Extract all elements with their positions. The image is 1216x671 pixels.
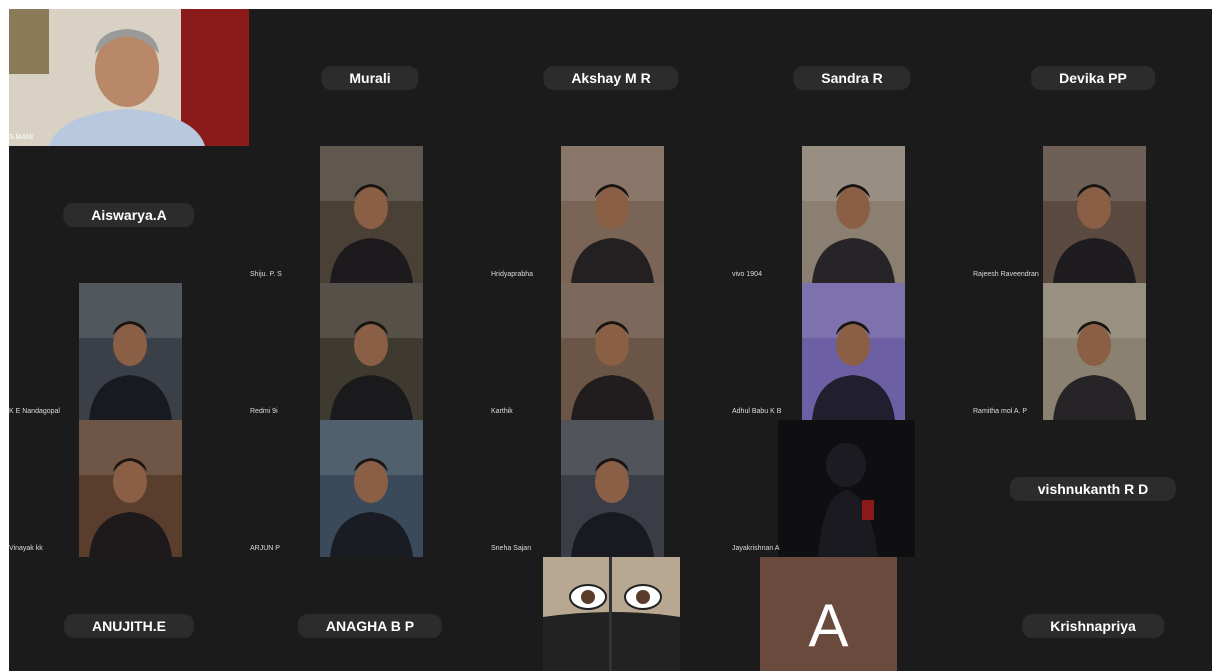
participant-name-tag: Redmi 9i xyxy=(250,408,278,415)
participant-tile[interactable]: S.MANI xyxy=(9,9,249,146)
participant-name-label: vishnukanth R D xyxy=(1009,476,1177,501)
participant-tile[interactable]: ARJUN P xyxy=(250,420,490,557)
avatar: A xyxy=(760,557,897,671)
participant-name-tag: Jayakrishnan A xyxy=(732,545,780,552)
participant-video xyxy=(561,146,664,283)
participant-video xyxy=(1043,283,1146,420)
participant-tile[interactable]: Sandra R xyxy=(732,9,972,146)
participant-video xyxy=(561,420,664,557)
participant-tile[interactable]: Jayakrishnan A xyxy=(732,420,972,557)
participant-video xyxy=(79,420,182,557)
participant-name-tag: ARJUN P xyxy=(250,545,280,552)
participant-tile[interactable]: Sneha Sajan xyxy=(491,420,731,557)
participant-tile[interactable]: Hridyaprabha xyxy=(491,146,731,283)
participant-name-tag: Hridyaprabha xyxy=(491,271,534,278)
participant-video xyxy=(320,420,423,557)
participant-tile[interactable]: Akshay M R xyxy=(491,9,731,146)
participant-tile[interactable]: A xyxy=(732,557,972,671)
participant-name-label: ANUJITH.E xyxy=(64,613,194,638)
participant-name-label: Akshay M R xyxy=(543,65,679,90)
participant-video xyxy=(1043,146,1146,283)
participant-name-label: Krishnapriya xyxy=(1022,613,1164,638)
participant-name-label: ANAGHA B P xyxy=(297,613,443,638)
participant-tile[interactable]: K E Nandagopal xyxy=(9,283,249,420)
participant-tile[interactable]: Devika PP xyxy=(973,9,1212,146)
participant-tile[interactable]: Vinayak kk xyxy=(9,420,249,557)
participant-video xyxy=(778,420,915,557)
participant-tile[interactable]: Krishnapriya xyxy=(973,557,1212,671)
participant-name-label: Devika PP xyxy=(1031,65,1155,90)
participant-video xyxy=(320,283,423,420)
participant-tile[interactable]: ANAGHA B P xyxy=(250,557,490,671)
participant-name-label: Murali xyxy=(321,65,419,90)
cartoon-video xyxy=(543,557,680,671)
participant-name-tag: Adhul Babu K B xyxy=(732,408,782,415)
participant-video xyxy=(802,146,905,283)
participant-video xyxy=(561,283,664,420)
participant-tile[interactable]: vivo 1904 xyxy=(732,146,972,283)
participant-name-tag: Vinayak kk xyxy=(9,545,43,552)
host-video xyxy=(9,9,249,146)
participant-name-tag: S.MANI xyxy=(9,134,34,141)
participant-name-tag: vivo 1904 xyxy=(732,271,762,278)
participant-name-tag: Rajeesh Raveendran xyxy=(973,271,1039,278)
participant-name-tag: K E Nandagopal xyxy=(9,408,60,415)
participant-tile[interactable]: Aiswarya.A xyxy=(9,146,249,283)
participant-tile[interactable] xyxy=(491,557,731,671)
participant-name-tag: Sneha Sajan xyxy=(491,545,532,552)
participant-tile[interactable]: Karthik xyxy=(491,283,731,420)
participant-name-tag: Ramitha mol A. P xyxy=(973,408,1028,415)
participant-name-label: Sandra R xyxy=(793,65,911,90)
participant-name-label: Aiswarya.A xyxy=(63,202,195,227)
participant-tile[interactable]: Redmi 9i xyxy=(250,283,490,420)
avatar-initial: A xyxy=(808,592,849,659)
participant-video xyxy=(79,283,182,420)
participant-video xyxy=(802,283,905,420)
participant-tile[interactable]: ANUJITH.E xyxy=(9,557,249,671)
participant-tile[interactable]: Ramitha mol A. P xyxy=(973,283,1212,420)
participant-tile[interactable]: vishnukanth R D xyxy=(973,420,1212,557)
video-gallery: S.MANI Murali Akshay M R Sandra R Devika PP A… xyxy=(9,9,1212,671)
participant-name-tag: Shiju. P. S xyxy=(250,271,282,278)
participant-tile[interactable]: Rajeesh Raveendran xyxy=(973,146,1212,283)
participant-tile[interactable]: Shiju. P. S xyxy=(250,146,490,283)
participant-tile[interactable]: Murali xyxy=(250,9,490,146)
participant-tile[interactable]: Adhul Babu K B xyxy=(732,283,972,420)
participant-name-tag: Karthik xyxy=(491,408,513,415)
participant-video xyxy=(320,146,423,283)
